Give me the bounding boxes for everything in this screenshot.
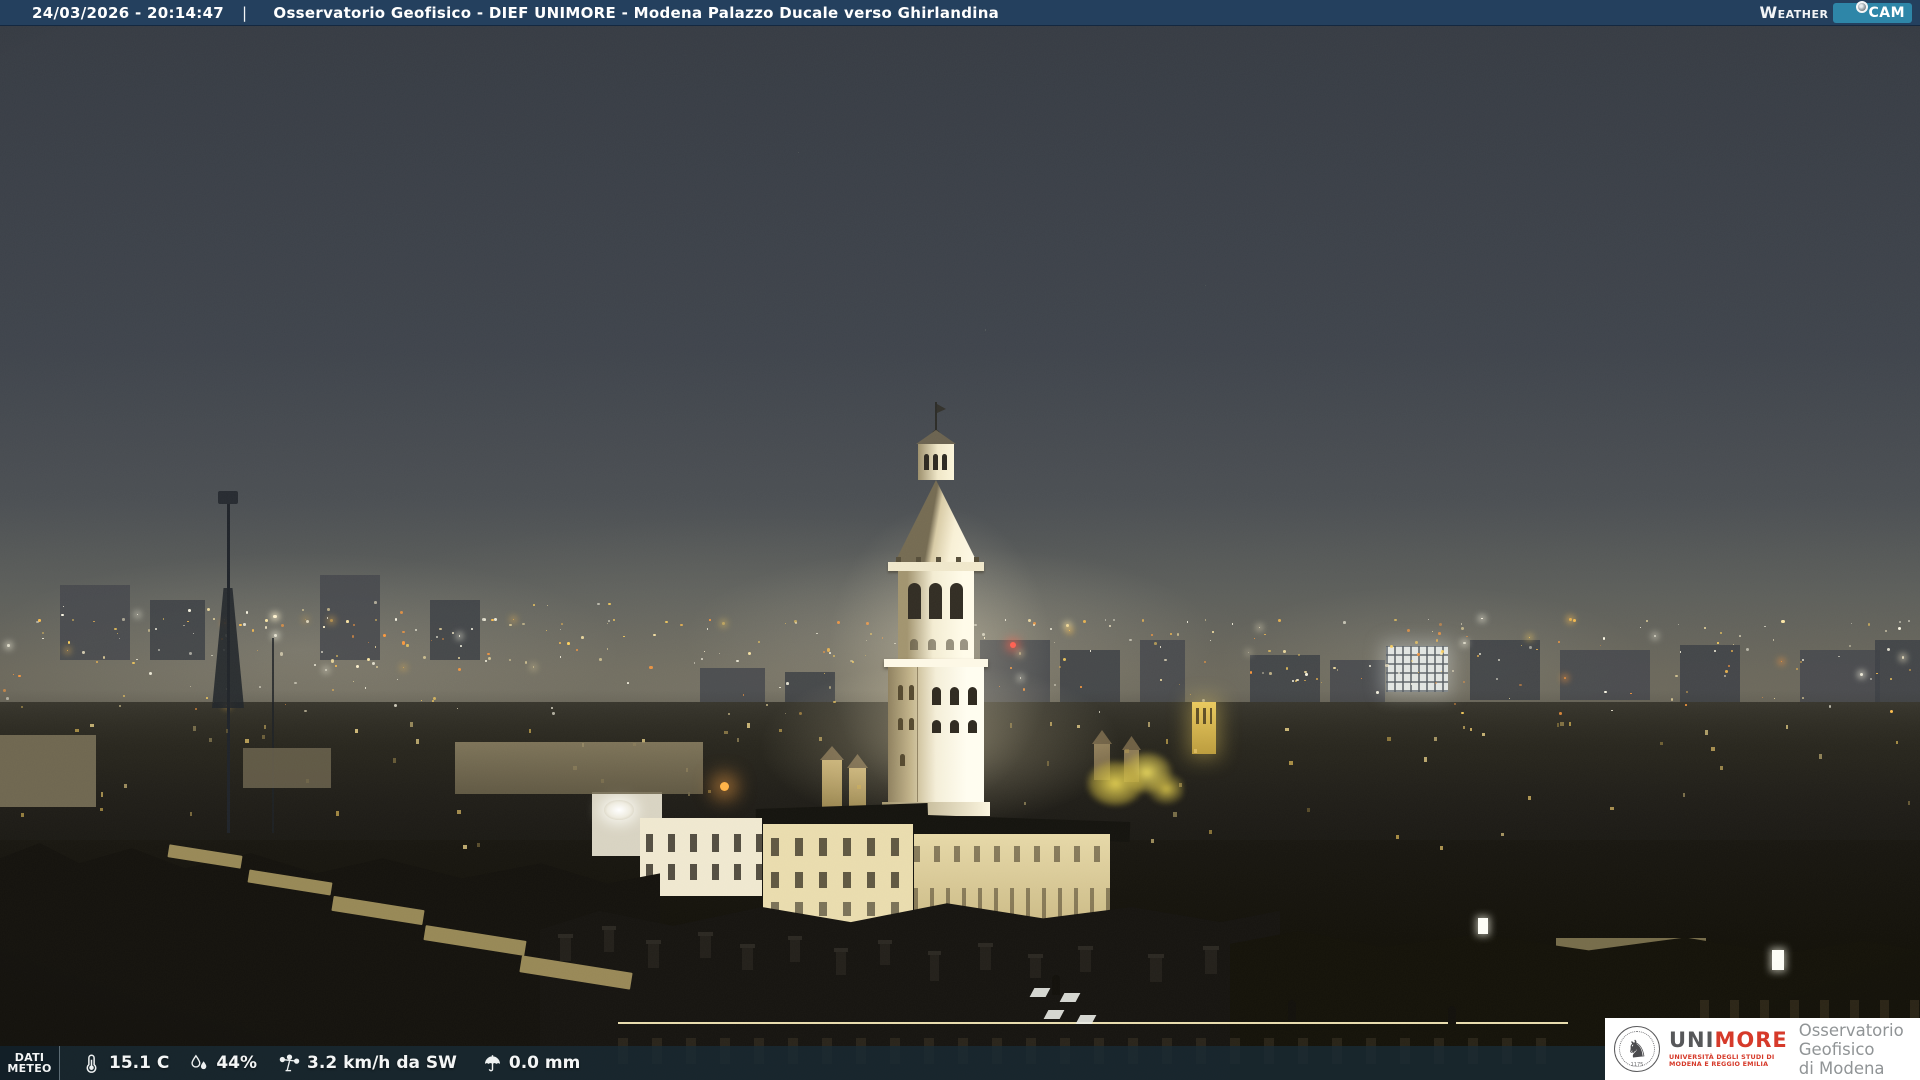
tower-lantern bbox=[918, 444, 954, 480]
weathercam-badge: CAM bbox=[1833, 0, 1912, 23]
wind-value: 3.2 km/h da SW bbox=[307, 1053, 457, 1073]
wind-reading: 3.2 km/h da SW bbox=[279, 1053, 457, 1073]
unimore-more: MORE bbox=[1714, 1027, 1788, 1052]
antenna-top-box bbox=[218, 491, 238, 504]
humidity-reading: 44% bbox=[189, 1053, 257, 1073]
street-lamp bbox=[720, 782, 729, 791]
bright-window bbox=[1478, 918, 1488, 934]
umbrella-icon bbox=[484, 1054, 500, 1071]
camera-title: Osservatorio Geofisico - DIEF UNIMORE - … bbox=[273, 3, 1000, 22]
dim-wall bbox=[455, 742, 703, 794]
dati-meteo-label: DATI METEO bbox=[0, 1046, 60, 1080]
lit-oval-sign bbox=[604, 800, 634, 820]
knight-emblem-icon: ♞ bbox=[1624, 1033, 1650, 1065]
weathercam-logo: Weather CAM bbox=[1759, 0, 1912, 23]
weathercam-cam: CAM bbox=[1868, 4, 1905, 21]
timestamp: 24/03/2026 - 20:14:47 bbox=[32, 3, 225, 22]
ghirlandina-tower bbox=[876, 402, 996, 816]
bell-tower bbox=[1192, 702, 1216, 754]
dim-building bbox=[0, 735, 96, 807]
weathercam-word: Weather bbox=[1759, 3, 1829, 22]
unimore-seal: ♞ 1175 bbox=[1614, 1026, 1660, 1072]
humidity-value: 44% bbox=[216, 1053, 258, 1073]
temperature-value: 15.1 C bbox=[109, 1053, 170, 1073]
tower-weathervane bbox=[937, 404, 946, 413]
seal-year: 1175 bbox=[1630, 1062, 1644, 1068]
rain-reading: 0.0 mm bbox=[483, 1053, 580, 1073]
roof-statue bbox=[1052, 975, 1060, 995]
temperature-reading: 15.1 C bbox=[84, 1053, 169, 1073]
roof-statue bbox=[1288, 1000, 1296, 1020]
anemometer-icon bbox=[279, 1054, 300, 1071]
unimore-uni: UNI bbox=[1669, 1027, 1715, 1052]
dim-building bbox=[243, 748, 331, 788]
separator: | bbox=[242, 3, 248, 22]
rain-value: 0.0 mm bbox=[508, 1053, 581, 1073]
observatory-name: Osservatorio Geofisico di Modena bbox=[1798, 1020, 1904, 1078]
header-bar: 24/03/2026 - 20:14:47 | Osservatorio Geo… bbox=[0, 0, 1920, 26]
humidity-icon bbox=[191, 1054, 207, 1069]
bright-window bbox=[1772, 950, 1784, 970]
lit-facade bbox=[763, 824, 913, 924]
thermometer-icon bbox=[86, 1054, 97, 1073]
webcam-frame: 24/03/2026 - 20:14:47 | Osservatorio Geo… bbox=[0, 0, 1920, 1080]
unimore-logo-box: ♞ 1175 UNIMORE UNIVERSITÀ DEGLI STUDI DI… bbox=[1605, 1018, 1920, 1080]
unimore-wordmark: UNIMORE UNIVERSITÀ DEGLI STUDI DI MODENA… bbox=[1669, 1027, 1788, 1068]
lantern-roof bbox=[916, 430, 956, 444]
roof-statue bbox=[1448, 1006, 1456, 1024]
camera-lens-icon bbox=[1856, 0, 1869, 13]
antenna-secondary-pole bbox=[272, 638, 274, 833]
university-subtitle: UNIVERSITÀ DEGLI STUDI DI MODENA E REGGI… bbox=[1669, 1052, 1775, 1068]
tower-octagon bbox=[898, 571, 974, 659]
tower-balustrade bbox=[888, 557, 984, 571]
tower-cornice bbox=[884, 659, 988, 667]
tower-spire bbox=[894, 480, 978, 564]
